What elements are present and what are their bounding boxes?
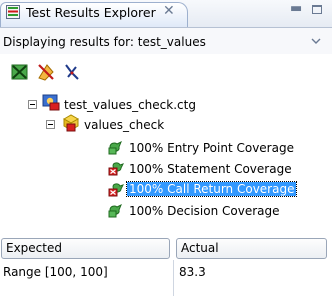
actual-column-header[interactable]: Actual: [176, 238, 327, 259]
view-tab-title: Test Results Explorer: [26, 5, 156, 20]
collapse-icon[interactable]: [62, 62, 82, 82]
test-results-view-icon: [6, 5, 20, 19]
tree-group-label[interactable]: values_check: [84, 118, 164, 132]
close-tab-icon[interactable]: ✕: [163, 3, 175, 19]
expected-cell: Range [100, 100]: [3, 265, 108, 279]
maximize-view-icon[interactable]: [312, 5, 322, 14]
tree-item-label[interactable]: 100% Entry Point Coverage: [129, 141, 294, 155]
filter-passed-icon[interactable]: [10, 62, 30, 82]
package-failed-icon: [62, 114, 80, 132]
passed-status-icon: [108, 140, 122, 155]
displaying-results-label: Displaying results for: test_values: [3, 35, 206, 49]
passed-status-icon: [108, 203, 122, 218]
view-menu-chevron-icon[interactable]: [311, 36, 321, 46]
selected-tree-item-label[interactable]: 100% Call Return Coverage: [125, 181, 298, 197]
tree-item-label[interactable]: 100% Statement Coverage: [129, 162, 292, 176]
failed-status-icon: [108, 183, 124, 197]
failed-status-icon: [108, 162, 124, 176]
collapse-group-toggle[interactable]: [46, 120, 55, 129]
actual-cell: 83.3: [179, 265, 206, 279]
column-divider: [173, 260, 174, 296]
expected-column-header[interactable]: Expected: [1, 238, 170, 259]
minimize-view-icon[interactable]: ▬: [290, 1, 302, 16]
filter-failed-icon[interactable]: [36, 62, 56, 82]
testcase-group-icon: [42, 94, 60, 111]
collapse-root-toggle[interactable]: [28, 100, 37, 109]
tree-root-label[interactable]: test_values_check.ctg: [64, 98, 196, 112]
tree-item-label[interactable]: 100% Decision Coverage: [129, 204, 280, 218]
